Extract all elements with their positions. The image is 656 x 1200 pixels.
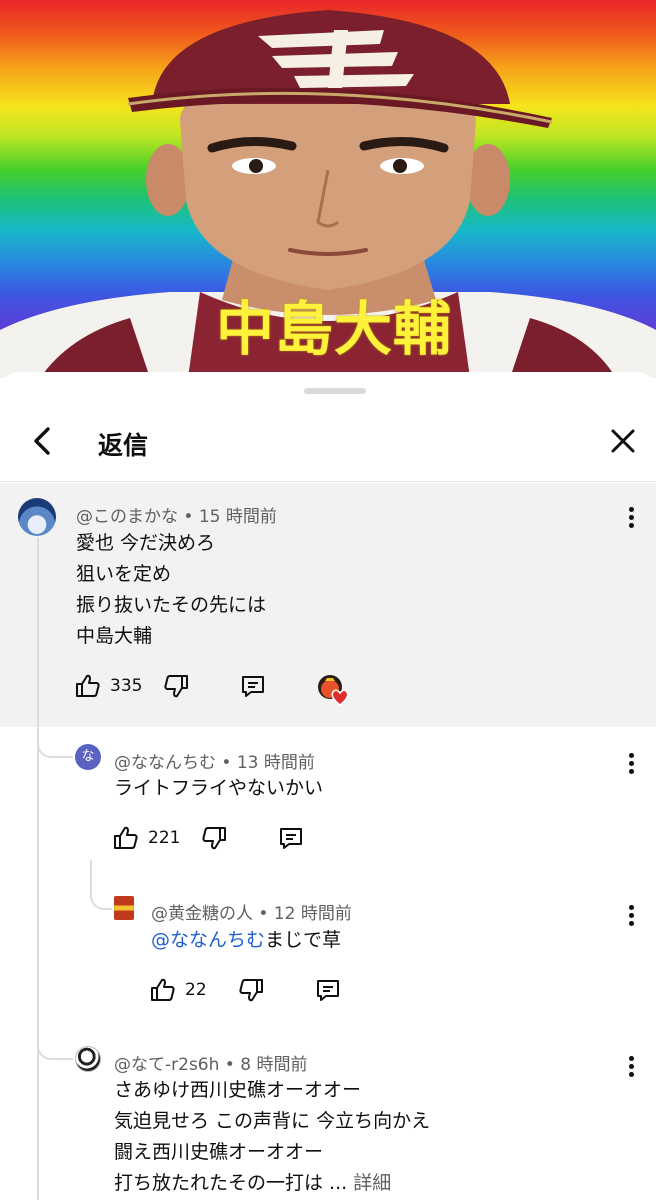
comment-line: 愛也 今だ決めろ (76, 532, 216, 554)
avatar[interactable] (18, 498, 56, 536)
comment-line: さあゆけ西川史礁オーオオー (114, 1079, 362, 1101)
comment-meta: @黄金糖の人 • 12 時間前 (151, 904, 352, 924)
dislike-button[interactable] (162, 672, 190, 700)
like-count: 221 (148, 828, 181, 848)
comment-line: 狙いを定め (76, 563, 172, 585)
like-count: 335 (110, 676, 143, 696)
like-button[interactable]: 335 (74, 672, 142, 700)
comment-author[interactable]: @黄金糖の人 (151, 904, 253, 924)
thread-branch (37, 710, 73, 758)
reply-button[interactable] (314, 976, 342, 1004)
comment-author[interactable]: @ななんちむ (114, 753, 216, 773)
avatar[interactable] (114, 896, 134, 920)
comment-time: 12 時間前 (273, 904, 352, 924)
avatar[interactable]: な (75, 744, 101, 770)
comment-author[interactable]: @このまかな (76, 507, 178, 527)
thread-line (37, 537, 39, 1200)
comment-line: 打ち放たれたその一打は ... (114, 1172, 348, 1194)
chevron-left-icon[interactable] (26, 424, 60, 458)
comment-text: @ななんちむまじで草 (151, 925, 341, 956)
comment-line: 闘え西川史礁オーオオー (114, 1141, 324, 1163)
thumbs-down-icon (202, 827, 226, 850)
thumbs-down-icon (164, 675, 188, 698)
comment-text: ライトフライやないかい (114, 773, 323, 804)
reply-button[interactable] (277, 824, 305, 852)
sheet-header: 返信 (0, 400, 656, 482)
avatar[interactable] (75, 1046, 101, 1072)
comment-line: 中島大輔 (76, 625, 153, 647)
thread-branch (90, 860, 112, 910)
more-vert-icon[interactable] (625, 504, 637, 532)
comment-text: さあゆけ西川史礁オーオオー 気迫見せろ この声背に 今立ち向かえ 闘え西川史礁オ… (114, 1075, 430, 1199)
reply-comment-icon (280, 828, 302, 849)
comment-actions: 22 (149, 976, 369, 1012)
comment-meta: @なて-r2s6h • 8 時間前 (114, 1055, 308, 1075)
comment-text: 愛也 今だ決めろ 狙いを定め 振り抜いたその先には 中島大輔 (76, 528, 266, 652)
video-player[interactable]: 中島大輔 (0, 0, 656, 378)
reply-comment-icon (242, 676, 264, 697)
comment-time: 15 時間前 (198, 507, 277, 527)
thumbs-up-icon (151, 978, 175, 1001)
like-button[interactable]: 22 (149, 976, 207, 1004)
comment-line: ライトフライやないかい (114, 777, 324, 799)
like-count: 22 (185, 980, 207, 1000)
creator-heart (316, 672, 350, 706)
comment-meta: @このまかな • 15 時間前 (76, 507, 277, 527)
creator-heart-icon (318, 675, 349, 706)
like-button[interactable]: 221 (112, 824, 180, 852)
reply-comment-icon (317, 980, 339, 1001)
thumbs-up-icon (114, 826, 138, 849)
close-icon[interactable] (606, 424, 640, 458)
thumbs-down-icon (239, 979, 263, 1002)
comment-time: 13 時間前 (236, 753, 315, 773)
comment-line: まじで草 (265, 929, 342, 951)
comment-author[interactable]: @なて-r2s6h (114, 1055, 219, 1075)
read-more-link[interactable]: 詳細 (353, 1172, 391, 1194)
more-vert-icon[interactable] (625, 902, 637, 930)
dislike-button[interactable] (200, 824, 228, 852)
comment-line: 振り抜いたその先には (76, 594, 267, 616)
comment-actions: 221 (112, 824, 332, 860)
more-vert-icon[interactable] (625, 1053, 637, 1081)
more-vert-icon[interactable] (625, 750, 637, 778)
thread-branch (37, 1010, 73, 1060)
sheet-title: 返信 (98, 431, 149, 460)
avatar-letter: な (81, 749, 95, 764)
comment-line: 気迫見せろ この声背に 今立ち向かえ (114, 1110, 431, 1132)
thumbs-up-icon (76, 674, 100, 697)
drag-handle[interactable] (304, 388, 366, 394)
video-caption: 中島大輔 (215, 295, 452, 363)
comment-actions: 335 (74, 672, 374, 708)
mention-link[interactable]: @ななんちむ (151, 929, 265, 951)
comment-time: 8 時間前 (240, 1055, 308, 1075)
comment-meta: @ななんちむ • 13 時間前 (114, 753, 315, 773)
reply-button[interactable] (239, 672, 267, 700)
dislike-button[interactable] (237, 976, 265, 1004)
